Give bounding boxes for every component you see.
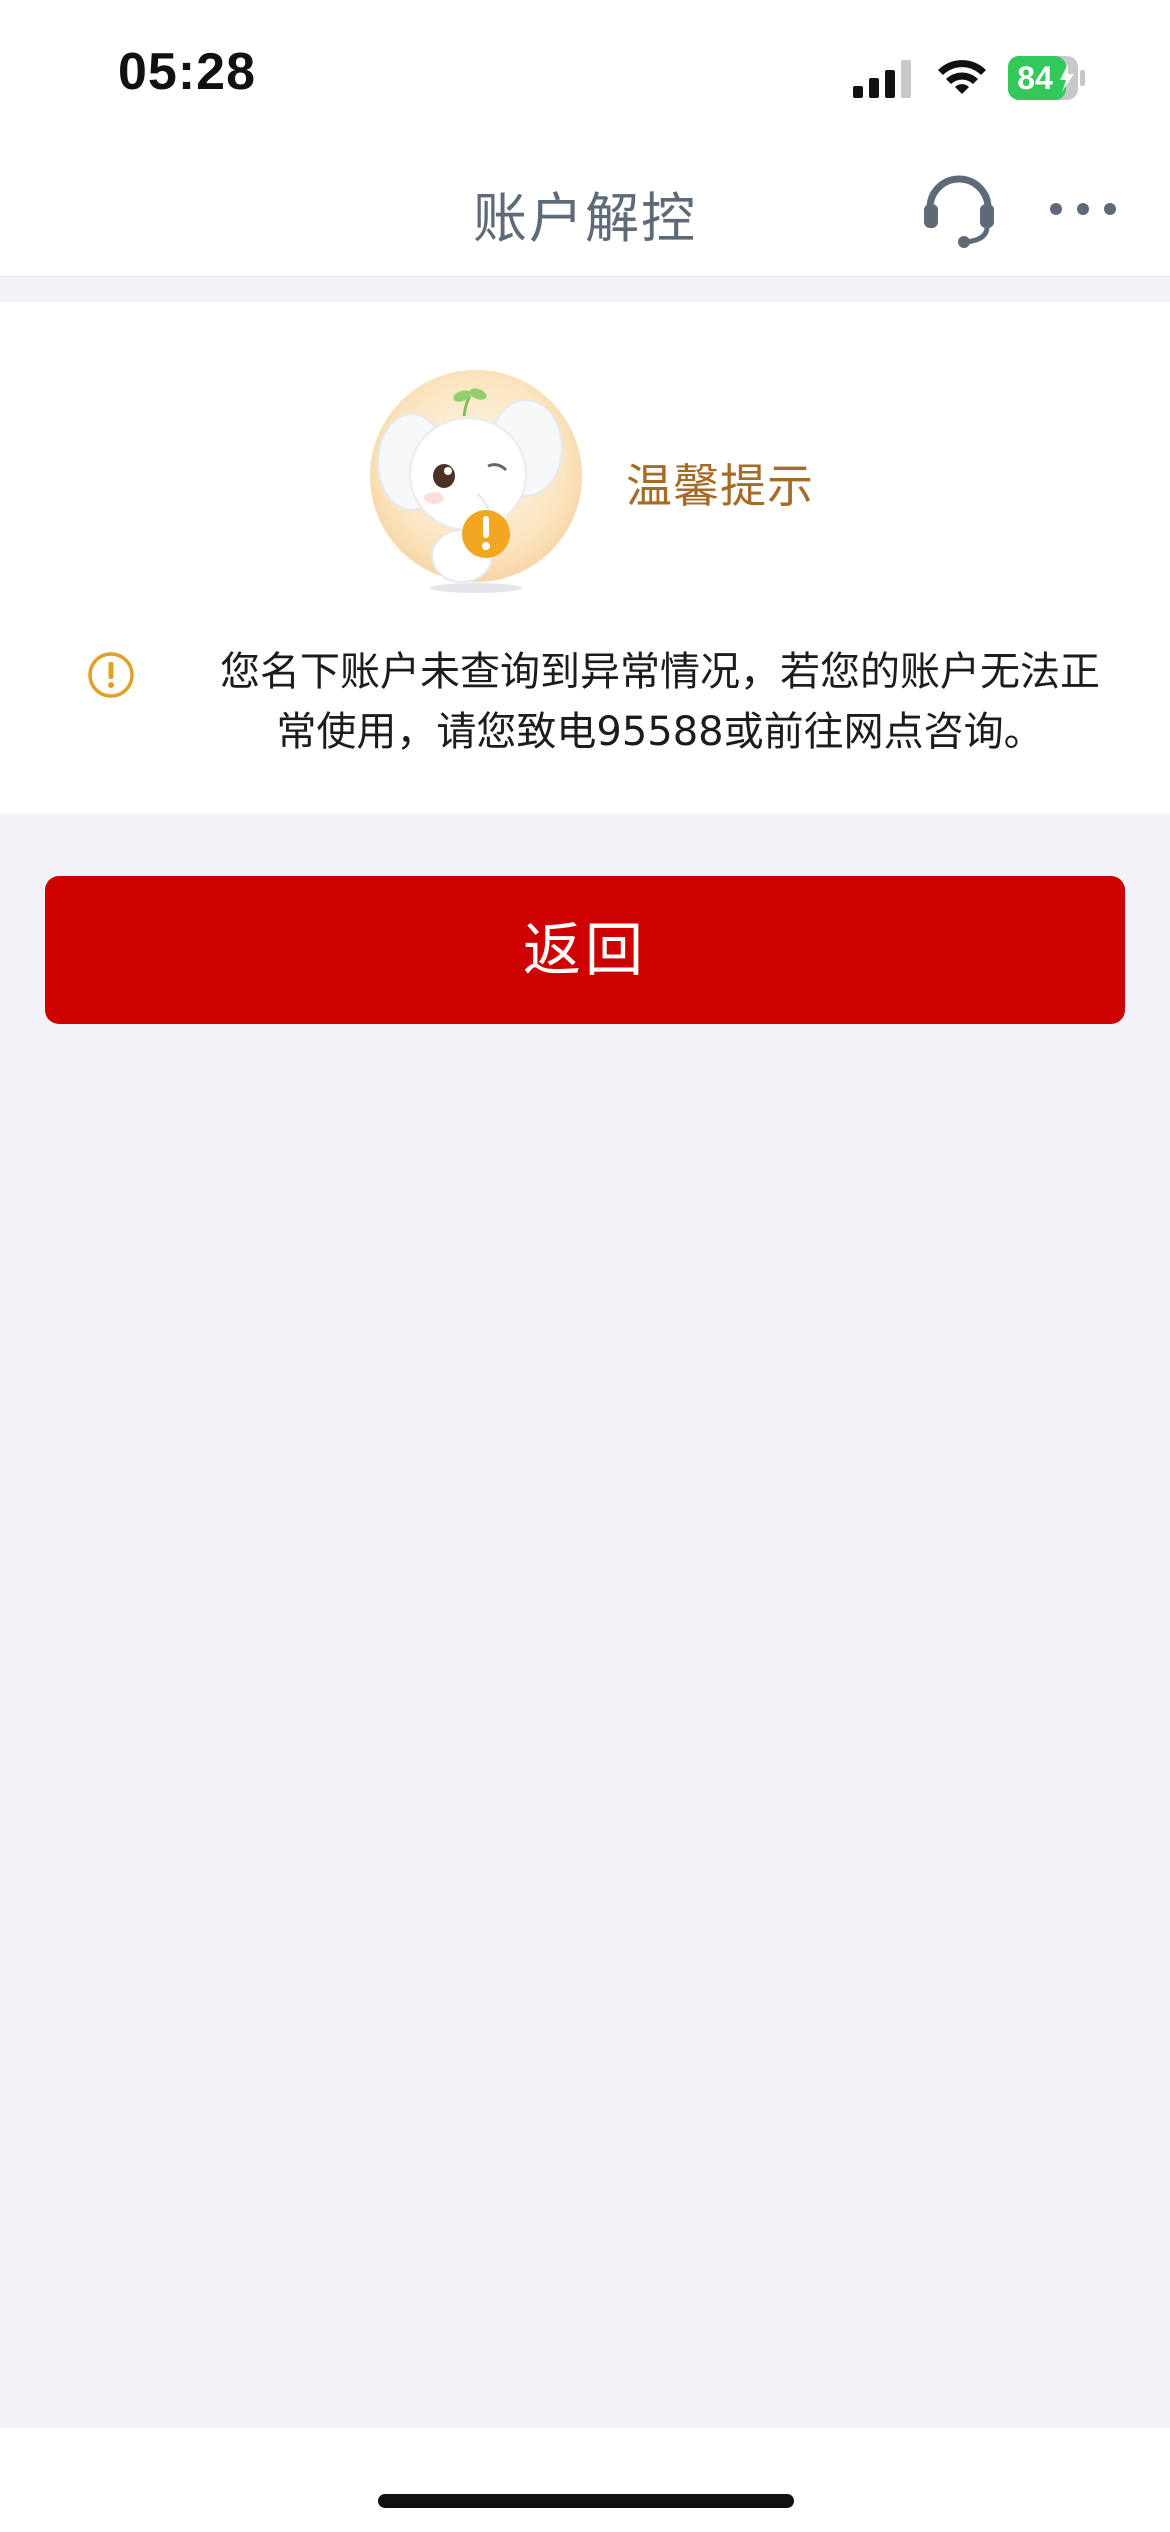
elephant-mascot-icon: [370, 370, 582, 593]
home-indicator-area: [0, 2428, 1170, 2532]
status-bar: 05:28 84: [0, 0, 1170, 140]
tip-title: 温馨提示: [626, 459, 814, 513]
back-button[interactable]: 返回: [45, 876, 1125, 1024]
message-text: 您名下账户未查询到异常情况，若您的账户无法正 常使用，请您致电95588或前往网…: [154, 642, 1166, 762]
more-icon[interactable]: [1048, 194, 1118, 224]
message-line-2: 常使用，请您致电95588或前往网点咨询。: [276, 709, 1044, 755]
battery-level: 84: [1017, 60, 1053, 96]
warning-icon: [88, 652, 134, 698]
cellular-signal-icon: [853, 60, 911, 98]
wifi-icon: [938, 60, 986, 94]
navigation-bar: 账户解控: [0, 140, 1170, 277]
message-line-1: 您名下账户未查询到异常情况，若您的账户无法正: [220, 649, 1100, 695]
status-time: 05:28: [118, 43, 256, 101]
headset-icon[interactable]: [920, 168, 998, 248]
tip-card: 温馨提示 您名下账户未查询到异常情况，若您的账户无法正 常使用，请您致电9558…: [0, 302, 1170, 814]
home-indicator[interactable]: [378, 2494, 794, 2508]
battery-indicator: 84: [1008, 56, 1086, 100]
